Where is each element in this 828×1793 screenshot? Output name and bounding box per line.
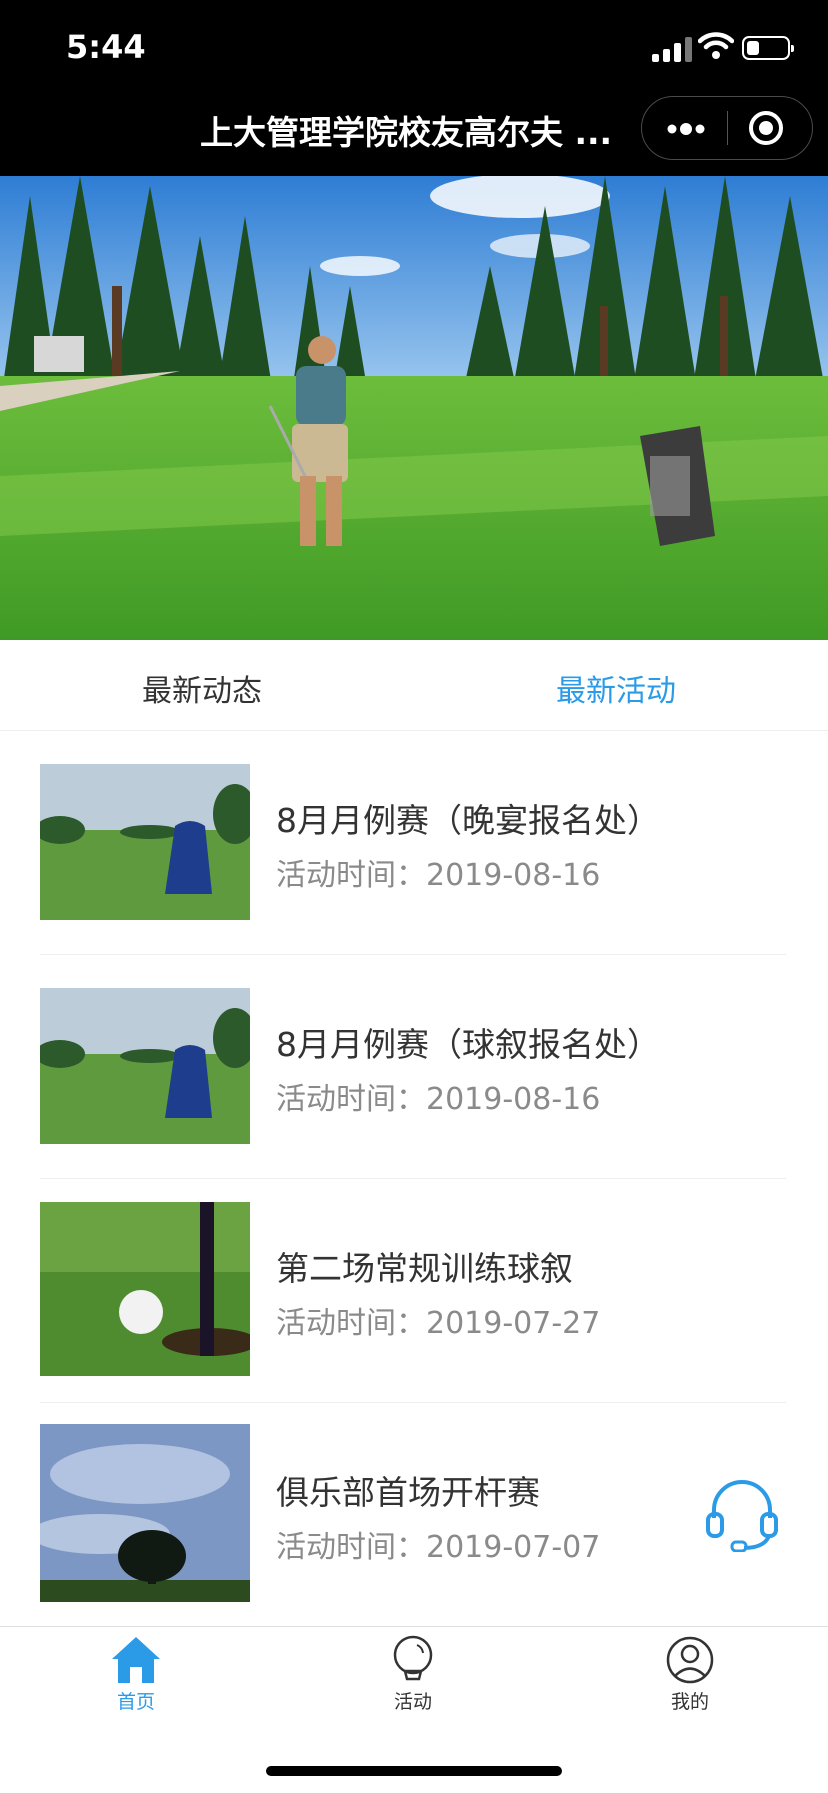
date-label: 活动时间：: [276, 858, 426, 893]
activity-date: 活动时间：2019-07-27: [276, 1298, 600, 1342]
tab-activity-label: 活动: [393, 1691, 432, 1713]
page-title: 上大管理学院校友高尔夫 ...: [200, 113, 613, 152]
tab-mine-label: 我的: [670, 1691, 709, 1713]
list-item[interactable]: 第二场常规训练球叙 活动时间：2019-07-27: [40, 1178, 786, 1403]
date-label: 活动时间：: [276, 1530, 426, 1565]
tab-activity[interactable]: 活动: [353, 1635, 473, 1714]
tab-home-label: 首页: [116, 1691, 155, 1713]
lightbulb-icon: [393, 1635, 433, 1681]
date-label: 活动时间：: [276, 1082, 426, 1117]
wifi-icon: [698, 32, 734, 59]
activity-title: 8月月例赛（球叙报名处）: [276, 1025, 660, 1064]
tab-mine[interactable]: 我的: [630, 1635, 750, 1714]
top-bar: 5:44 上大管理学院校友高尔夫 ...: [0, 0, 828, 176]
activity-thumbnail: [40, 988, 250, 1144]
activity-title: 俱乐部首场开杆赛: [276, 1473, 540, 1512]
home-indicator: [266, 1766, 562, 1776]
date-value: 2019-08-16: [426, 858, 601, 893]
activity-date: 活动时间：2019-08-16: [276, 850, 600, 894]
target-close-icon[interactable]: [746, 108, 786, 148]
tab-latest-activities[interactable]: 最新活动: [556, 666, 676, 710]
date-value: 2019-07-07: [426, 1530, 601, 1565]
status-time: 5:44: [66, 28, 146, 66]
tab-home[interactable]: 首页: [76, 1635, 196, 1714]
date-value: 2019-07-27: [426, 1306, 601, 1341]
home-icon: [112, 1637, 160, 1683]
headset-icon[interactable]: [704, 1476, 780, 1552]
activity-date: 活动时间：2019-08-16: [276, 1074, 600, 1118]
banner-image[interactable]: [0, 176, 828, 640]
more-dots-icon[interactable]: [664, 117, 708, 141]
date-value: 2019-08-16: [426, 1082, 601, 1117]
user-icon: [666, 1636, 714, 1684]
mini-program-capsule: [641, 96, 813, 160]
tab-bar-top: 最新动态 最新活动: [0, 640, 828, 731]
activity-title: 第二场常规训练球叙: [276, 1249, 573, 1288]
activity-thumbnail: [40, 1202, 250, 1376]
battery-icon: [742, 36, 794, 60]
activity-title: 8月月例赛（晚宴报名处）: [276, 801, 660, 840]
date-label: 活动时间：: [276, 1306, 426, 1341]
signal-icon: [652, 36, 694, 62]
activity-date: 活动时间：2019-07-07: [276, 1522, 600, 1566]
tab-latest-news[interactable]: 最新动态: [142, 666, 262, 710]
list-item[interactable]: 8月月例赛（晚宴报名处） 活动时间：2019-08-16: [40, 730, 786, 955]
list-item[interactable]: 8月月例赛（球叙报名处） 活动时间：2019-08-16: [40, 954, 786, 1179]
list-item[interactable]: 俱乐部首场开杆赛 活动时间：2019-07-07: [40, 1402, 786, 1626]
activity-thumbnail: [40, 1424, 250, 1602]
activity-thumbnail: [40, 764, 250, 920]
